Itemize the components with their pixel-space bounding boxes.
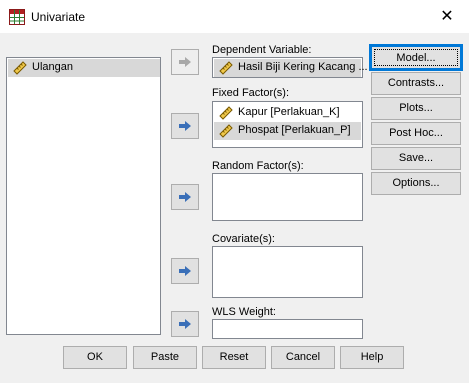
move-to-fixed-button[interactable] — [171, 113, 199, 139]
covariates-label: Covariate(s): — [212, 233, 275, 245]
univariate-grid-icon — [9, 9, 25, 25]
paste-button[interactable]: Paste — [133, 346, 197, 369]
arrow-right-icon — [179, 121, 191, 131]
fixed-factor-item[interactable]: Kapur [Perlakuan_K] — [214, 104, 361, 122]
dependent-variable-value: Hasil Biji Kering Kacang ... — [238, 61, 368, 73]
plots-button[interactable]: Plots... — [371, 97, 461, 120]
arrow-right-icon — [179, 57, 191, 67]
help-button[interactable]: Help — [340, 346, 404, 369]
random-factors-label: Random Factor(s): — [212, 160, 304, 172]
model-button-label: Model... — [374, 49, 458, 66]
options-button[interactable]: Options... — [371, 172, 461, 195]
move-to-dependent-button[interactable] — [171, 49, 199, 75]
wls-weight-field[interactable] — [212, 319, 363, 339]
model-button[interactable]: Model... — [371, 46, 461, 69]
ruler-icon — [219, 106, 233, 120]
arrow-right-icon — [179, 319, 191, 329]
dependent-variable-field[interactable]: Hasil Biji Kering Kacang ... — [212, 57, 368, 78]
title-bar: Univariate ✕ — [0, 0, 469, 33]
move-to-wls-button[interactable] — [171, 311, 199, 337]
fixed-factors-label: Fixed Factor(s): — [212, 87, 290, 99]
contrasts-button[interactable]: Contrasts... — [371, 72, 461, 95]
wls-weight-label: WLS Weight: — [212, 306, 276, 318]
fixed-factors-list[interactable]: Kapur [Perlakuan_K] Phospat [Perlakuan_P… — [212, 101, 363, 148]
ruler-icon — [219, 124, 233, 138]
arrow-right-icon — [179, 192, 191, 202]
arrow-right-icon — [179, 266, 191, 276]
variable-item-ulangan[interactable]: Ulangan — [8, 59, 160, 77]
close-icon[interactable]: ✕ — [436, 6, 458, 28]
variable-label: Ulangan — [32, 61, 73, 73]
covariates-list[interactable] — [212, 246, 363, 298]
window-title: Univariate — [31, 10, 86, 24]
cancel-button[interactable]: Cancel — [271, 346, 335, 369]
ruler-icon — [13, 61, 27, 75]
variable-list[interactable]: Ulangan — [6, 57, 161, 335]
fixed-factor-label: Phospat [Perlakuan_P] — [238, 124, 351, 136]
move-to-covariate-button[interactable] — [171, 258, 199, 284]
fixed-factor-label: Kapur [Perlakuan_K] — [238, 106, 340, 118]
post-hoc-button[interactable]: Post Hoc... — [371, 122, 461, 145]
reset-button[interactable]: Reset — [202, 346, 266, 369]
random-factors-list[interactable] — [212, 173, 363, 221]
fixed-factor-item[interactable]: Phospat [Perlakuan_P] — [214, 122, 361, 140]
save-button[interactable]: Save... — [371, 147, 461, 170]
ruler-icon — [219, 61, 233, 75]
dependent-variable-label: Dependent Variable: — [212, 44, 312, 56]
move-to-random-button[interactable] — [171, 184, 199, 210]
ok-button[interactable]: OK — [63, 346, 127, 369]
dependent-variable-item[interactable]: Hasil Biji Kering Kacang ... — [214, 59, 368, 77]
